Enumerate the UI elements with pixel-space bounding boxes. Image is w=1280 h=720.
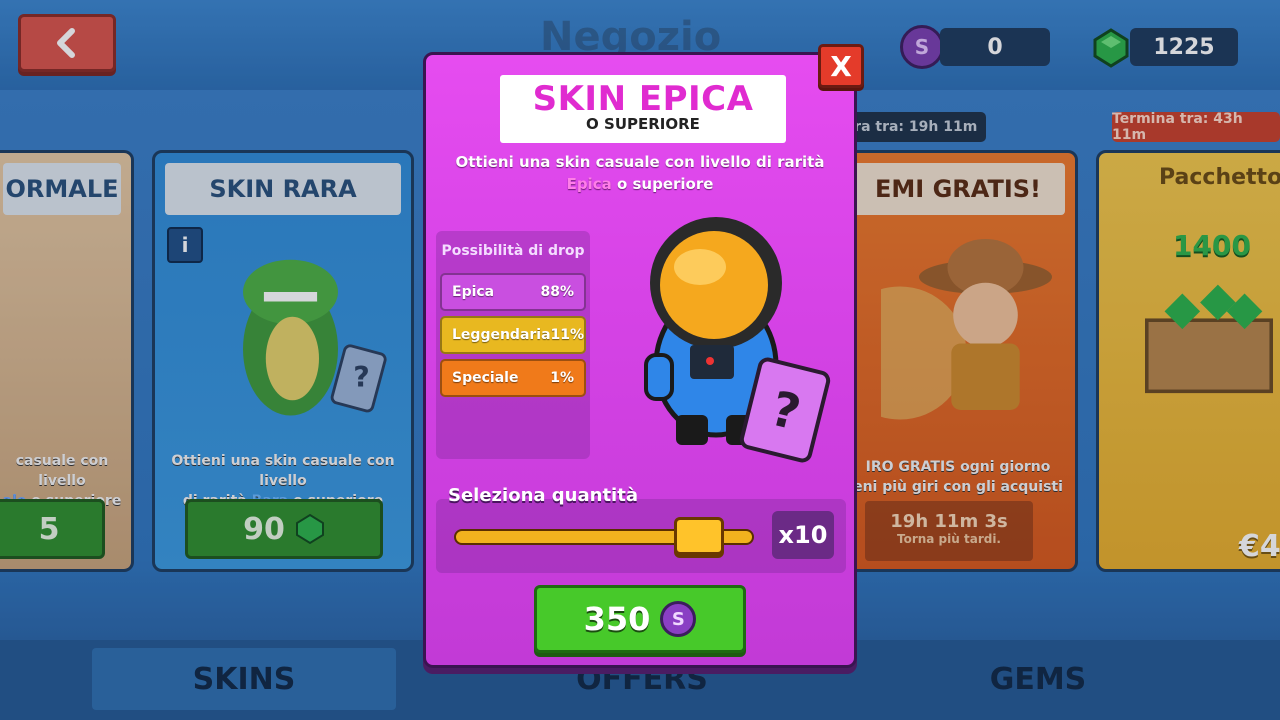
s-coin-icon: S [660, 601, 697, 637]
drop-row-speciale: Speciale 1% [440, 359, 586, 397]
quantity-selector: Seleziona quantità x10 [436, 485, 846, 573]
drop-chances-panel: Possibilità di drop Epica 88% Leggendaria… [436, 231, 590, 459]
modal-title: SKIN EPICA [532, 79, 754, 119]
drop-chances-label: Possibilità di drop [441, 243, 585, 259]
close-button[interactable]: X [818, 44, 864, 88]
astronaut-skin-icon: ? [644, 217, 831, 463]
drop-row-leggendaria: Leggendaria 11% [440, 316, 586, 354]
modal-description: Ottieni una skin casuale con livello di … [455, 153, 825, 193]
skin-epica-modal: SKIN EPICA O SUPERIORE Ottieni una skin … [423, 52, 857, 668]
buy-button[interactable]: 350 S [534, 585, 746, 653]
quantity-slider-thumb[interactable] [674, 517, 724, 555]
buy-price: 350 [583, 600, 651, 638]
quantity-value: x10 [772, 511, 834, 559]
modal-header: SKIN EPICA O SUPERIORE [500, 75, 786, 143]
quantity-label: Seleziona quantità [448, 485, 638, 506]
drop-row-epica: Epica 88% [440, 273, 586, 311]
